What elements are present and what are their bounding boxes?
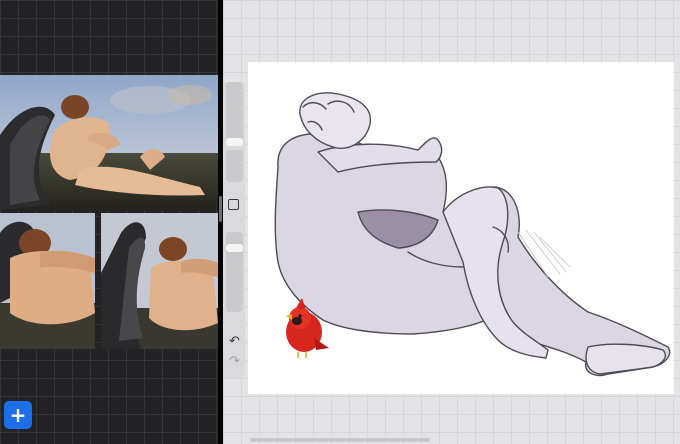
tool-sidebar: ↶ ↷: [223, 82, 245, 378]
brush-size-slider-thumb[interactable]: [226, 138, 243, 146]
add-reference-button[interactable]: +: [4, 401, 32, 429]
brush-size-slider[interactable]: [226, 82, 243, 144]
figure-sketch: [274, 92, 671, 377]
opacity-slider-thumb[interactable]: [226, 244, 243, 252]
home-indicator[interactable]: [250, 438, 430, 442]
drawing-canvas[interactable]: [248, 62, 674, 394]
reference-image-crop-1[interactable]: [0, 213, 95, 349]
modify-square-icon[interactable]: [228, 199, 239, 210]
plus-icon: +: [9, 403, 27, 427]
undo-icon[interactable]: ↶: [226, 334, 243, 350]
reference-image-full[interactable]: [0, 75, 218, 210]
reference-image-crop-2[interactable]: [101, 213, 218, 349]
reference-pane: +: [0, 0, 218, 444]
redo-icon[interactable]: ↷: [226, 354, 243, 370]
brush-size-slider-lower[interactable]: [226, 150, 243, 182]
split-divider-handle[interactable]: [219, 196, 222, 222]
